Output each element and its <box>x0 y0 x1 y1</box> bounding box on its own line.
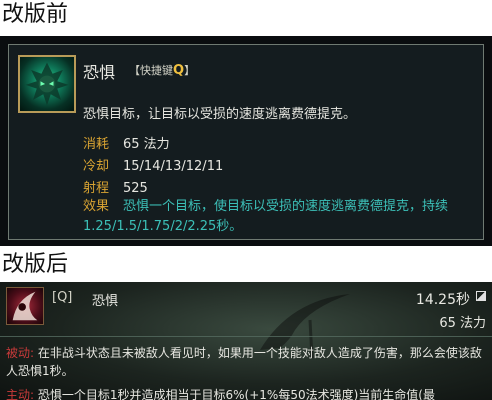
stat-row-cost: 消耗 65 法力 <box>83 133 170 152</box>
heading-before: 改版前 <box>2 2 69 27</box>
hotkey-label: [Q] <box>52 290 73 305</box>
stat-row-range: 射程 525 <box>83 177 148 196</box>
active-tag: 主动: <box>6 388 35 400</box>
stat-row-cooldown: 冷却 15/14/13/12/11 <box>83 155 223 174</box>
hotkey-suffix: 】 <box>184 64 196 77</box>
hotkey-key: Q <box>173 63 185 78</box>
stat-value: 15/14/13/12/11 <box>123 159 224 174</box>
passive-tag: 被动: <box>6 346 35 360</box>
cooldown-icon <box>476 291 486 301</box>
active-description: 主动: 恐惧一个目标1秒并造成相当于目标6%(+1%每50法术强度)当前生命值(… <box>6 386 486 400</box>
stat-row-effect: 效果 恐惧一个目标，使目标以受损的速度逃离费德提克，持续1.25/1.5/1.75… <box>83 197 477 237</box>
effect-value: 恐惧一个目标，使目标以受损的速度逃离费德提克，持续1.25/1.5/1.75/2… <box>83 199 449 234</box>
old-tooltip-frame: 恐惧 【快捷键Q】 恐惧目标，让目标以受损的速度逃离费德提克。 消耗 65 法力 … <box>8 44 484 240</box>
cooldown-value: 14.25秒 <box>415 292 470 308</box>
heading-after: 改版后 <box>2 252 69 277</box>
stat-key: 射程 <box>83 181 110 196</box>
passive-text: 在非战斗状态且未被敌人看见时，如果用一个技能对敌人造成了伤害，那么会使该敌人恐惧… <box>6 346 482 378</box>
ability-description: 恐惧目标，让目标以受损的速度逃离费德提克。 <box>83 107 357 122</box>
hotkey-hint: 【快捷键Q】 <box>129 62 195 78</box>
passive-description: 被动: 在非战斗状态且未被敌人看见时，如果用一个技能对敌人造成了伤害，那么会使该… <box>6 344 486 380</box>
ability-name: 恐惧 <box>83 63 116 82</box>
divider <box>0 336 492 337</box>
new-tooltip-panel: [Q] 恐惧 14.25秒 65 法力 被动: 在非战斗状态且未被敌人看见时，如… <box>0 282 492 400</box>
fear-ability-icon <box>6 287 44 325</box>
stat-value: 525 <box>123 181 148 196</box>
mana-cost: 65 法力 <box>439 316 486 331</box>
old-tooltip-panel: 恐惧 【快捷键Q】 恐惧目标，让目标以受损的速度逃离费德提克。 消耗 65 法力 … <box>0 36 492 246</box>
stat-key: 冷却 <box>83 159 110 174</box>
stat-value: 65 法力 <box>123 137 170 152</box>
stat-key: 消耗 <box>83 137 110 152</box>
active-text: 恐惧一个目标1秒并造成相当于目标6%(+1%每50法术强度)当前生命值(最 <box>37 388 435 400</box>
ability-name: 恐惧 <box>92 294 119 309</box>
effect-key: 效果 <box>83 199 110 214</box>
hotkey-prefix: 【快捷键 <box>129 64 173 77</box>
fear-ability-icon <box>18 55 76 113</box>
